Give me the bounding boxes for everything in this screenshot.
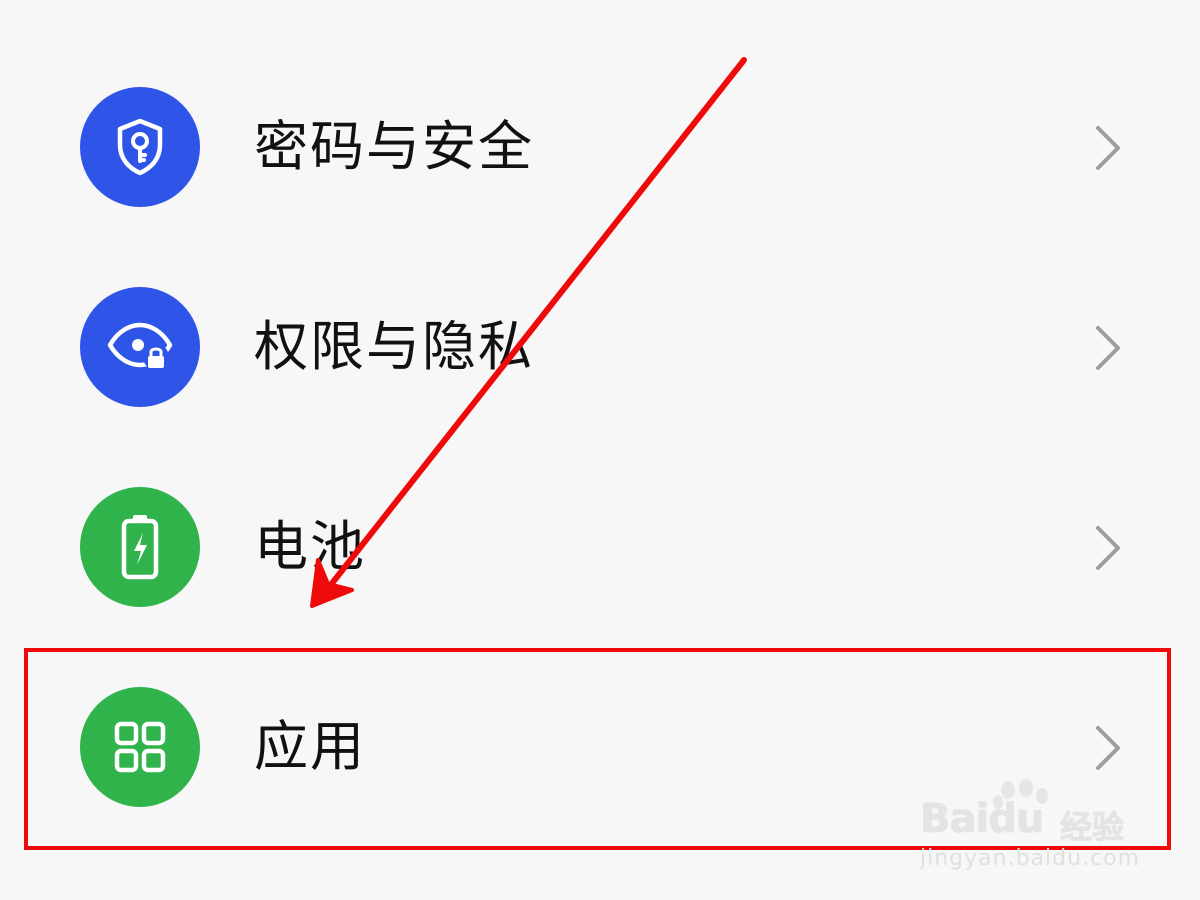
watermark-logo: Baidu — [920, 796, 1044, 842]
settings-item-label: 权限与隐私 — [254, 315, 534, 378]
settings-item-label: 电池 — [254, 515, 366, 578]
chevron-right-icon — [1096, 126, 1120, 170]
watermark-url: jingyan.baidu.com — [920, 846, 1141, 871]
watermark-suffix: 经验 — [1060, 808, 1125, 846]
settings-item-label: 密码与安全 — [254, 115, 534, 178]
chevron-right-icon — [1096, 326, 1120, 370]
baidu-jingyan-watermark: Baidu 经验 jingyan.baidu.com — [918, 778, 1141, 878]
chevron-right-icon — [1096, 526, 1120, 570]
shield-key-icon — [80, 87, 200, 207]
eye-lock-icon — [80, 287, 200, 407]
settings-item-permissions-privacy[interactable]: 权限与隐私 — [0, 260, 1200, 460]
settings-item-battery[interactable]: 电池 — [0, 460, 1200, 660]
settings-item-password-security[interactable]: 密码与安全 — [0, 60, 1200, 260]
battery-icon — [80, 487, 200, 607]
